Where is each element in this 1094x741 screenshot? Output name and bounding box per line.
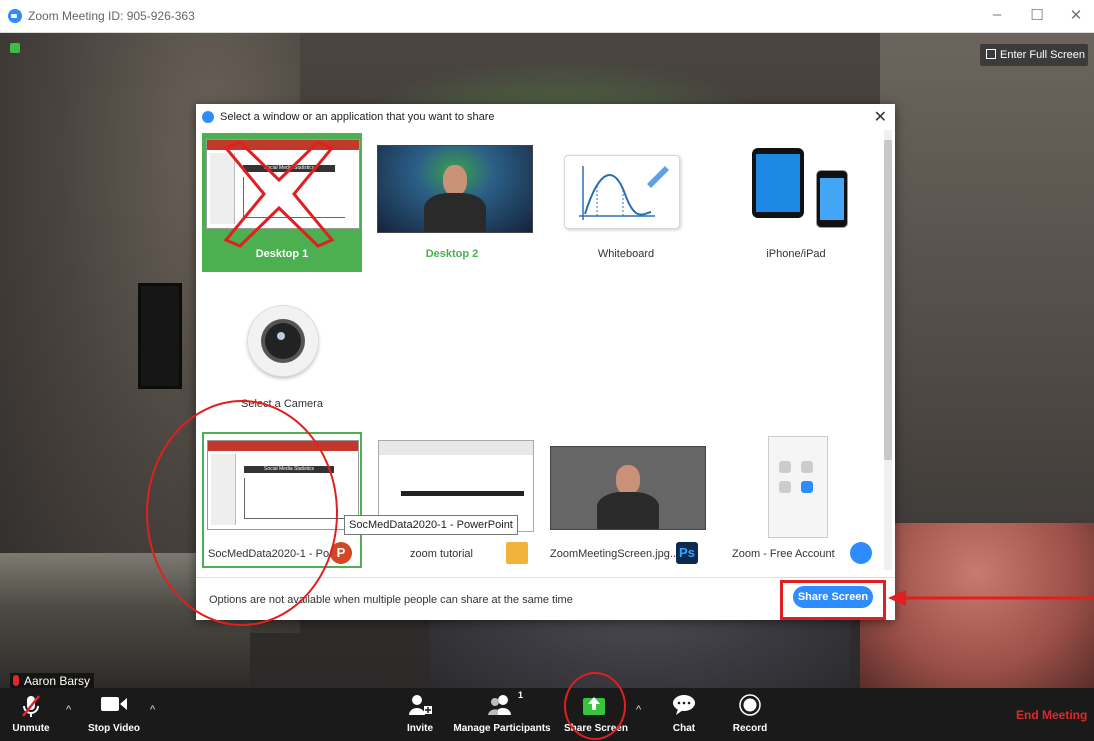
zoom-logo-icon (202, 111, 214, 123)
zoom-app-thumbnail (768, 436, 828, 538)
iphone-icon (816, 170, 848, 228)
manage-participants-button[interactable]: 1 Manage Participants (452, 688, 552, 741)
muted-microphone-icon (20, 694, 42, 721)
red-arrow-annotation (888, 590, 1094, 606)
tile-label: iPhone/iPad (766, 248, 826, 260)
meeting-toolbar: Unmute ^ Stop Video ^ Invite 1 Manage Pa… (0, 688, 1094, 741)
muted-mic-icon (13, 675, 19, 686)
maximize-button[interactable]: ☐ (1025, 6, 1049, 24)
tile-zoom-tutorial-folder[interactable]: zoom tutorial (374, 434, 534, 568)
record-label: Record (732, 723, 768, 734)
enter-full-screen-button[interactable]: Enter Full Screen (980, 44, 1088, 66)
video-camera-icon (100, 694, 128, 717)
fullscreen-label: Enter Full Screen (1000, 49, 1085, 61)
dialog-close-button[interactable]: ✕ (874, 107, 887, 127)
scrollbar-thumb[interactable] (884, 140, 892, 460)
chat-label: Chat (672, 723, 696, 734)
window-title: Zoom Meeting ID: 905-926-363 (28, 9, 195, 23)
invite-button[interactable]: Invite (400, 688, 440, 741)
stop-video-label: Stop Video (87, 723, 141, 734)
fullscreen-icon (986, 49, 996, 59)
audio-options-chevron-up-icon[interactable]: ^ (66, 704, 71, 716)
end-meeting-button[interactable]: End Meeting (1016, 708, 1087, 722)
desktop-2-thumbnail (377, 145, 533, 233)
tile-label: Whiteboard (597, 248, 655, 260)
participant-name: Aaron Barsy (24, 674, 91, 688)
stop-video-button[interactable]: Stop Video (82, 688, 146, 741)
chat-bubble-icon (672, 694, 696, 719)
record-icon (739, 694, 761, 719)
invite-label: Invite (406, 723, 434, 734)
zoom-logo-icon (8, 9, 22, 23)
encryption-lock-icon[interactable] (10, 43, 20, 53)
whiteboard-icon (564, 155, 680, 229)
window-tooltip: SocMedData2020-1 - PowerPoint (344, 515, 518, 535)
zoom-icon (850, 542, 872, 564)
dialog-scrollbar[interactable] (884, 130, 892, 570)
manage-participants-label: Manage Participants (453, 723, 551, 734)
close-window-button[interactable]: ✕ (1064, 6, 1088, 24)
red-x-annotation (223, 140, 335, 248)
ipad-icon (752, 148, 804, 218)
participant-name-tag: Aaron Barsy (10, 673, 95, 688)
share-options-chevron-up-icon[interactable]: ^ (636, 704, 641, 716)
photoshop-icon: Ps (676, 542, 698, 564)
photoshop-thumbnail (550, 446, 706, 530)
wall-picture-frame (138, 283, 182, 389)
dialog-header: Select a window or an application that y… (196, 104, 895, 130)
tile-label: Desktop 1 (255, 248, 309, 260)
folder-icon (506, 542, 528, 564)
tile-desktop-2[interactable]: Desktop 2 (372, 133, 533, 272)
red-box-annotation (780, 580, 886, 620)
red-circle-annotation (146, 400, 338, 626)
chat-button[interactable]: Chat (664, 688, 704, 741)
dialog-title: Select a window or an application that y… (220, 111, 495, 123)
add-person-icon (408, 694, 432, 719)
unmute-button[interactable]: Unmute (8, 688, 54, 741)
participant-count-badge: 1 (518, 690, 524, 700)
window-title-bar: Zoom Meeting ID: 905-926-363 – ☐ ✕ (0, 0, 1094, 33)
participants-icon (487, 694, 517, 719)
unmute-label: Unmute (12, 723, 50, 734)
red-circle-share-annotation (564, 672, 626, 740)
tile-zoom-app-window[interactable]: Zoom - Free Account (716, 434, 876, 568)
tile-photoshop-window[interactable]: ZoomMeetingScreen.jpg... Ps (546, 434, 706, 568)
minimize-button[interactable]: – (985, 6, 1009, 23)
video-options-chevron-up-icon[interactable]: ^ (150, 704, 155, 716)
tile-label: Desktop 2 (425, 248, 479, 260)
background-wall-right (880, 33, 1094, 593)
record-button[interactable]: Record (728, 688, 772, 741)
camera-icon (248, 306, 318, 376)
